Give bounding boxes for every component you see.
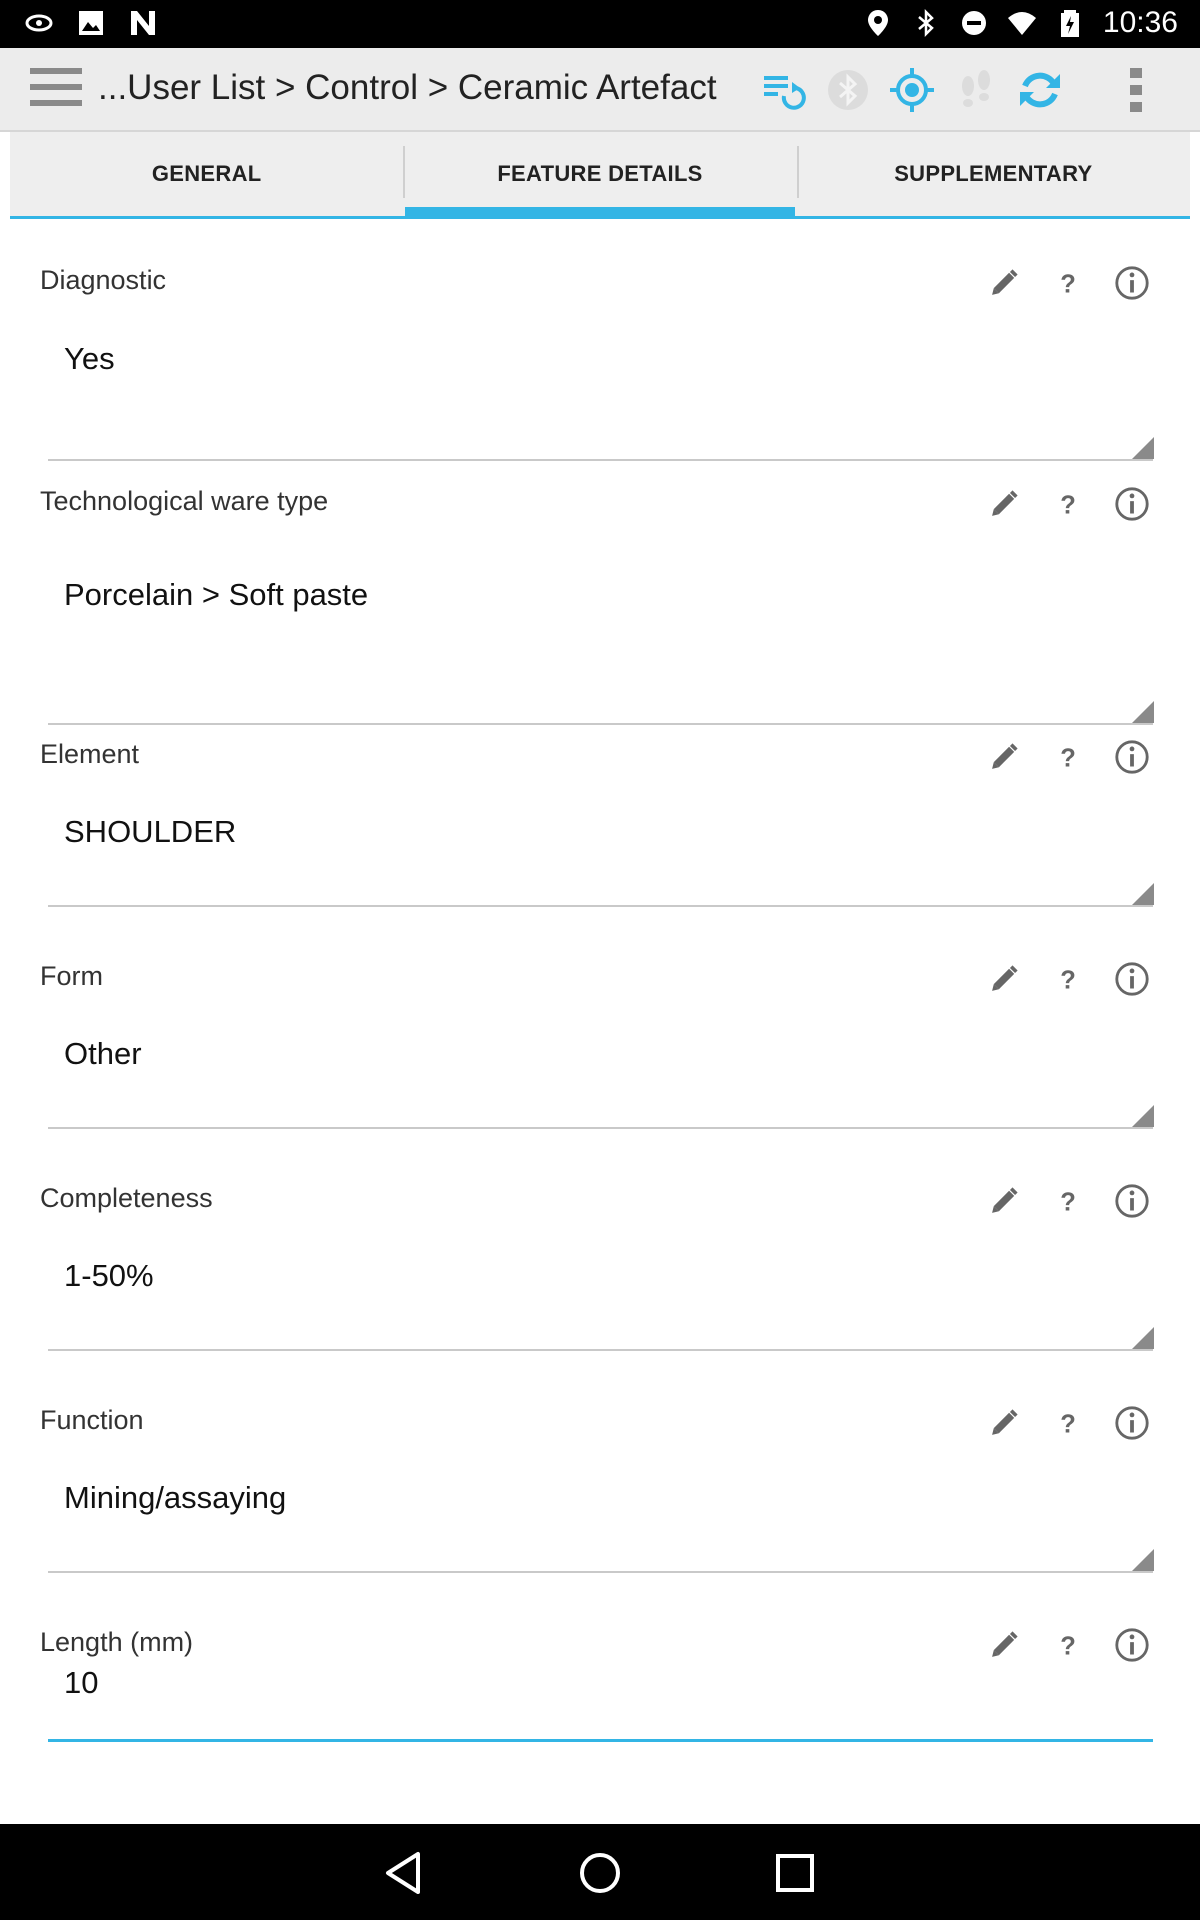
help-icon[interactable]: ? [1048, 1181, 1088, 1221]
field-underline [48, 905, 1153, 907]
back-icon[interactable] [380, 1848, 430, 1898]
help-icon[interactable]: ? [1048, 737, 1088, 777]
field-underline [48, 1571, 1153, 1573]
field-actions: ? [984, 263, 1152, 303]
field-value-dropdown[interactable]: Yes [64, 341, 115, 377]
field-label: Form [40, 961, 103, 991]
recents-icon[interactable] [770, 1848, 820, 1898]
navigation-bar [0, 1824, 1200, 1920]
field-label: Diagnostic [40, 265, 167, 295]
pencil-icon[interactable] [984, 263, 1024, 303]
form-field: Element? SHOULDER [10, 727, 1190, 915]
field-actions: ? [984, 959, 1152, 999]
form-field: Diagnostic? Yes [10, 219, 1190, 469]
form-field: Function? Mining/assaying [10, 1393, 1190, 1581]
field-underline [48, 1349, 1153, 1351]
eye-notification-icon [25, 14, 53, 32]
svg-text:?: ? [1060, 270, 1076, 298]
field-value-dropdown[interactable]: 1-50% [64, 1258, 154, 1294]
info-icon[interactable] [1112, 1625, 1152, 1665]
svg-text:?: ? [1060, 966, 1076, 994]
image-notification-icon [79, 11, 103, 35]
dropdown-corner-icon[interactable] [1132, 701, 1154, 723]
battery-icon [1060, 10, 1079, 37]
n-logo-notification-icon [131, 11, 155, 35]
info-icon[interactable] [1112, 263, 1152, 303]
svg-text:?: ? [1060, 1188, 1076, 1216]
dropdown-corner-icon[interactable] [1132, 437, 1154, 459]
field-underline [48, 723, 1153, 725]
pencil-icon[interactable] [984, 1625, 1024, 1665]
help-icon[interactable]: ? [1048, 484, 1088, 524]
help-icon[interactable]: ? [1048, 1625, 1088, 1665]
dropdown-corner-icon[interactable] [1132, 1549, 1154, 1571]
field-actions: ? [984, 1181, 1152, 1221]
form-field: Form? Other [10, 949, 1190, 1137]
help-icon[interactable]: ? [1048, 959, 1088, 999]
sync-list-icon[interactable] [758, 66, 806, 114]
field-value-dropdown[interactable]: Porcelain > Soft paste [64, 577, 368, 613]
tab-supplementary[interactable]: SUPPLEMENTARY [796, 132, 1190, 216]
field-actions: ? [984, 1625, 1152, 1665]
clock: 10:36 [1102, 6, 1178, 39]
tab-general[interactable]: GENERAL [10, 132, 403, 216]
menu-icon[interactable] [30, 68, 82, 110]
field-underline [48, 1739, 1153, 1742]
pencil-icon[interactable] [984, 959, 1024, 999]
home-icon[interactable] [575, 1848, 625, 1898]
dropdown-corner-icon[interactable] [1132, 1105, 1154, 1127]
help-icon[interactable]: ? [1048, 263, 1088, 303]
field-label: Function [40, 1405, 144, 1435]
field-actions: ? [984, 737, 1152, 777]
do-not-disturb-icon [961, 11, 986, 35]
field-value-dropdown[interactable]: Mining/assaying [64, 1480, 286, 1516]
form-field: Length (mm)? 10 [10, 1615, 1190, 1749]
form-field: Completeness? 1-50% [10, 1171, 1190, 1359]
breadcrumb[interactable]: ...User List > Control > Ceramic Artefac… [98, 68, 717, 108]
tab-feature-details[interactable]: FEATURE DETAILS [403, 132, 796, 216]
wifi-icon [1007, 12, 1036, 35]
field-label: Length (mm) [40, 1627, 194, 1657]
info-icon[interactable] [1112, 959, 1152, 999]
form-field: Technological ware type? Porcelain > Soft… [10, 474, 1190, 733]
dropdown-corner-icon[interactable] [1132, 883, 1154, 905]
info-icon[interactable] [1112, 1403, 1152, 1443]
field-label: Technological ware type [40, 486, 329, 516]
field-label: Completeness [40, 1183, 213, 1213]
field-underline [48, 459, 1153, 461]
gps-icon[interactable] [888, 66, 936, 114]
dropdown-corner-icon[interactable] [1132, 1327, 1154, 1349]
form-content: Diagnostic? Yes Technological ware type? Po… [10, 219, 1190, 1824]
field-underline [48, 1127, 1153, 1129]
field-value-dropdown[interactable]: Other [64, 1036, 142, 1072]
tab-bar: GENERAL FEATURE DETAILS SUPPLEMENTARY [10, 132, 1190, 219]
status-bar: 10:36 [0, 0, 1200, 48]
refresh-icon[interactable] [1016, 66, 1064, 114]
field-actions: ? [984, 484, 1152, 524]
overflow-menu-icon[interactable] [1112, 66, 1160, 114]
field-value-input[interactable]: 10 [64, 1665, 98, 1701]
svg-text:?: ? [1060, 491, 1076, 519]
action-bar: ...User List > Control > Ceramic Artefac… [0, 48, 1200, 132]
footprints-icon[interactable] [952, 66, 1000, 114]
field-value-dropdown[interactable]: SHOULDER [64, 814, 236, 850]
location-icon [867, 10, 888, 36]
pencil-icon[interactable] [984, 737, 1024, 777]
pencil-icon[interactable] [984, 1181, 1024, 1221]
bluetooth-icon [918, 8, 934, 38]
svg-text:?: ? [1060, 744, 1076, 772]
svg-text:?: ? [1060, 1632, 1076, 1660]
svg-text:?: ? [1060, 1410, 1076, 1438]
info-icon[interactable] [1112, 737, 1152, 777]
field-actions: ? [984, 1403, 1152, 1443]
bluetooth-disabled-icon[interactable] [824, 66, 872, 114]
help-icon[interactable]: ? [1048, 1403, 1088, 1443]
pencil-icon[interactable] [984, 1403, 1024, 1443]
info-icon[interactable] [1112, 1181, 1152, 1221]
pencil-icon[interactable] [984, 484, 1024, 524]
info-icon[interactable] [1112, 484, 1152, 524]
field-label: Element [40, 739, 140, 769]
